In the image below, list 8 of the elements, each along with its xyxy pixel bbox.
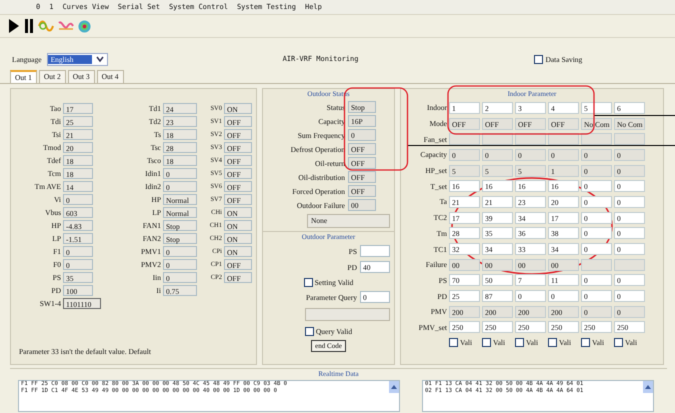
scroll-up-icon[interactable] (643, 381, 653, 393)
input-field[interactable] (360, 245, 390, 257)
play-icon[interactable] (8, 19, 20, 33)
pause-icon[interactable] (24, 19, 34, 33)
caret-icon (94, 54, 105, 64)
target-icon[interactable] (78, 20, 91, 32)
scroll-up-icon[interactable] (389, 381, 399, 393)
wave-icon[interactable] (58, 20, 74, 32)
